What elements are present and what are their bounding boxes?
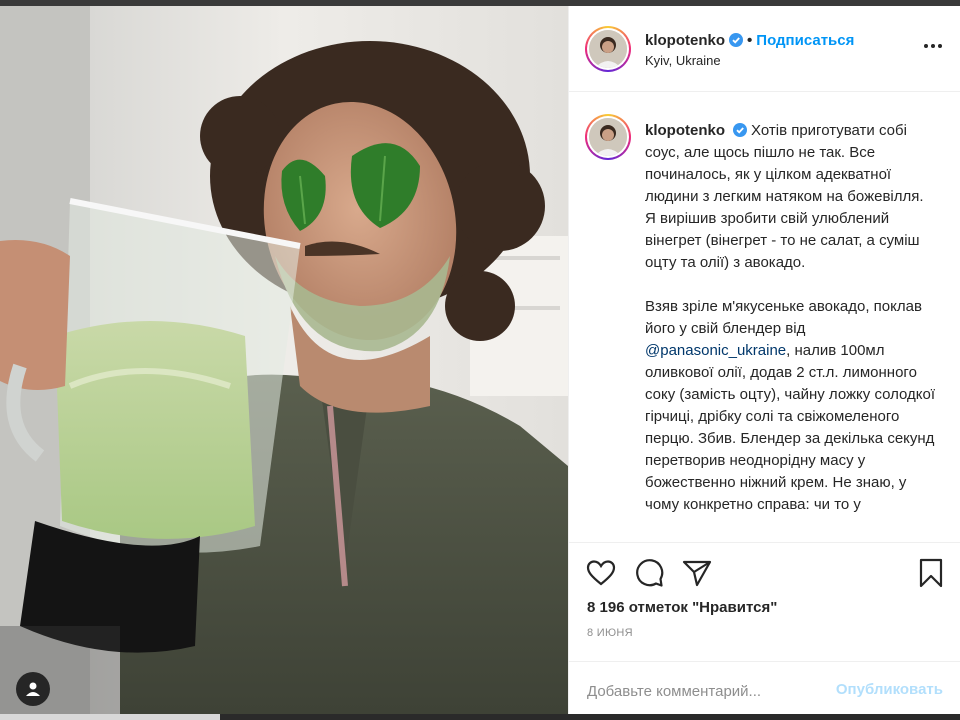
bookmark-icon[interactable] [915, 557, 947, 589]
user-tag-button[interactable] [16, 672, 50, 706]
verified-badge-icon [729, 33, 744, 47]
comment-input[interactable] [587, 680, 837, 702]
caption-author-avatar[interactable] [585, 114, 631, 160]
share-icon[interactable] [681, 557, 713, 589]
caption-body-1: Хотів приготувати собі соус, але щось пі… [645, 122, 924, 271]
author-username[interactable]: klopotenko [645, 32, 725, 49]
caption-body-2b: , налив 100мл оливкової олії, додав 2 ст… [645, 342, 936, 513]
comment-bar: Опубликовать [569, 661, 960, 717]
caption-text: klopotenko Хотів приготувати собі соус, а… [645, 120, 937, 538]
post-sidebar: klopotenko • Подписаться Kyiv, Ukraine klo… [568, 6, 960, 714]
post-photo[interactable] [0, 6, 568, 714]
separator-dot: • [747, 32, 753, 49]
heart-icon[interactable] [585, 557, 617, 589]
comment-icon[interactable] [633, 557, 665, 589]
avatar-image [589, 30, 627, 68]
caption-paragraph-2: Взяв зріле м'якусеньке авокадо, поклав й… [645, 296, 937, 516]
caption-body-2a: Взяв зріле м'якусеньке авокадо, поклав й… [645, 298, 922, 337]
publish-button[interactable]: Опубликовать [836, 681, 943, 698]
scrollbar-thumb[interactable] [0, 714, 220, 720]
verified-badge-icon [733, 123, 748, 137]
follow-button[interactable]: Подписаться [756, 32, 854, 49]
likes-count[interactable]: 8 196 отметок "Нравится" [587, 599, 777, 616]
post-location[interactable]: Kyiv, Ukraine [645, 53, 721, 68]
caption-username[interactable]: klopotenko [645, 122, 725, 139]
more-options-icon[interactable] [923, 38, 943, 54]
post-date: 8 ИЮНЯ [587, 627, 633, 639]
user-tag-icon [26, 682, 40, 696]
window-frame-bottom [0, 714, 960, 720]
caption-paragraph-1: klopotenko Хотів приготувати собі соус, а… [645, 120, 937, 274]
post-caption: klopotenko Хотів приготувати собі соус, а… [569, 92, 960, 542]
post-header: klopotenko • Подписаться Kyiv, Ukraine [569, 6, 960, 92]
mention-link[interactable]: @panasonic_ukraine [645, 342, 786, 359]
author-avatar[interactable] [585, 26, 631, 72]
post-image [0, 6, 568, 714]
post-actions: 8 196 отметок "Нравится" 8 ИЮНЯ Опублико… [569, 542, 960, 718]
avatar-image [589, 118, 627, 156]
